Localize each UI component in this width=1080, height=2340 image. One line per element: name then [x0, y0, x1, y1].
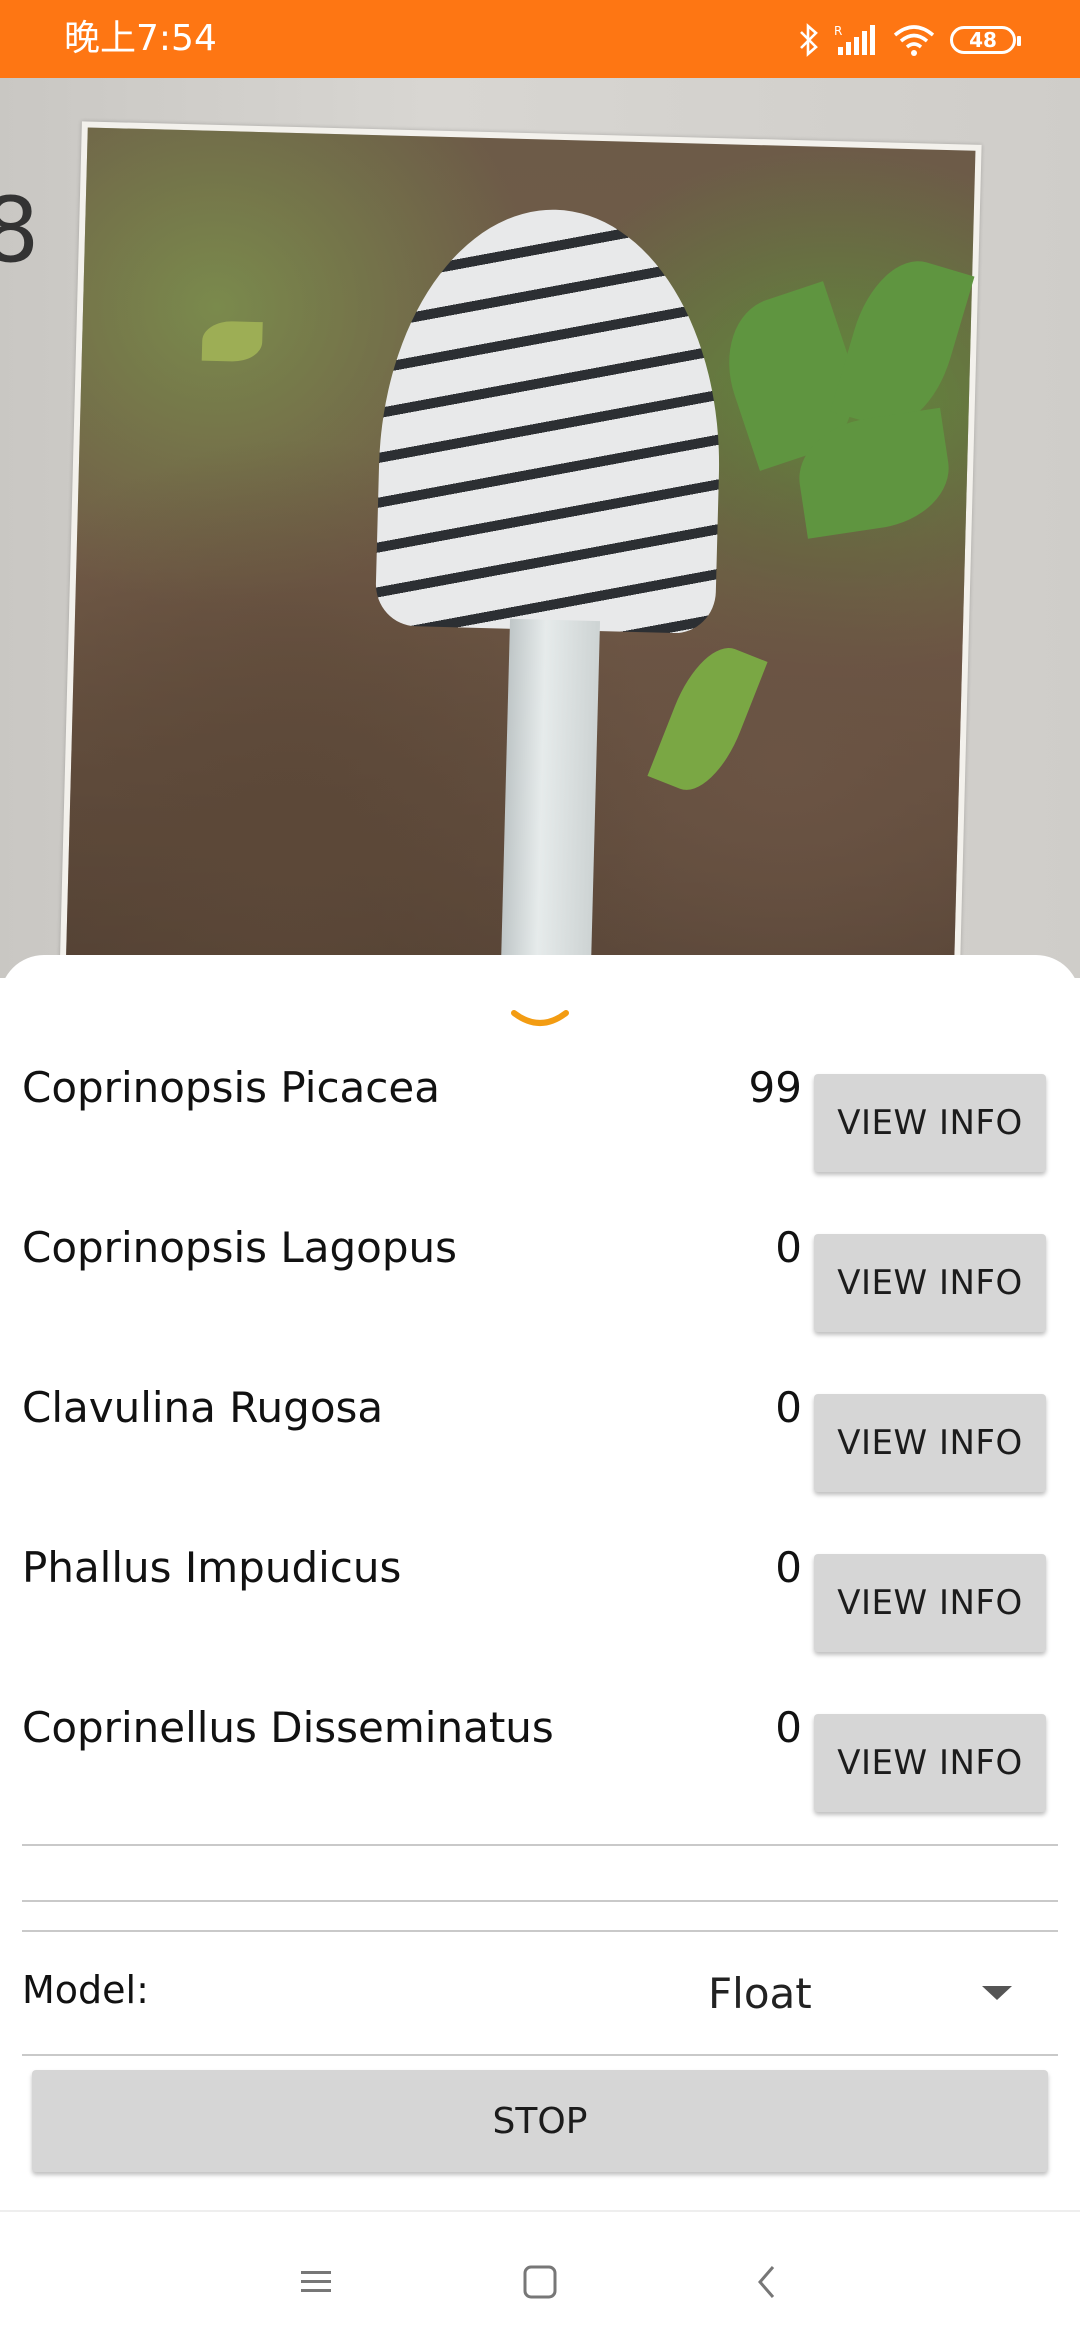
app-screen: 晚上7:54 R 48 8 Coprinopsis Picacea 99 VIE…	[0, 0, 1080, 2340]
result-row: Coprinopsis Picacea 99 VIEW INFO	[0, 1060, 1080, 1220]
chevron-down-icon[interactable]	[510, 1005, 570, 1035]
model-label: Model:	[22, 1968, 149, 2012]
leaf-shape	[830, 248, 975, 440]
result-name: Coprinopsis Lagopus	[22, 1223, 458, 1272]
view-info-button[interactable]: VIEW INFO	[814, 1554, 1046, 1652]
camera-edge-text: 8	[0, 178, 40, 283]
battery-level: 48	[969, 28, 997, 52]
mushroom-photo-card	[58, 121, 982, 978]
stop-button[interactable]: STOP	[32, 2070, 1048, 2172]
model-dropdown[interactable]: Float	[700, 1960, 1020, 2030]
leaf-shape	[647, 636, 768, 802]
leaf-shape	[201, 320, 263, 363]
result-row: Coprinellus Disseminatus 0 VIEW INFO	[0, 1700, 1080, 1860]
mushroom-cap	[374, 205, 726, 635]
result-name: Phallus Impudicus	[22, 1543, 402, 1592]
result-row: Coprinopsis Lagopus 0 VIEW INFO	[0, 1220, 1080, 1380]
result-score: 0	[775, 1703, 802, 1752]
result-row: Clavulina Rugosa 0 VIEW INFO	[0, 1380, 1080, 1540]
result-name: Clavulina Rugosa	[22, 1383, 384, 1432]
wifi-icon	[893, 25, 935, 56]
result-row: Phallus Impudicus 0 VIEW INFO	[0, 1540, 1080, 1700]
view-info-button[interactable]: VIEW INFO	[814, 1234, 1046, 1332]
divider	[22, 1900, 1058, 1902]
result-score: 0	[775, 1383, 802, 1432]
status-time: 晚上7:54	[64, 18, 217, 59]
bluetooth-icon	[800, 23, 818, 57]
navigation-bar	[0, 2210, 1080, 2340]
camera-preview: 8	[0, 78, 1080, 978]
battery-icon: 48	[950, 26, 1021, 54]
view-info-button[interactable]: VIEW INFO	[814, 1714, 1046, 1812]
svg-text:R: R	[834, 24, 842, 38]
status-icons: R 48	[798, 22, 1021, 58]
results-bottom-sheet: Coprinopsis Picacea 99 VIEW INFO Coprino…	[0, 955, 1080, 2205]
mushroom-stem	[499, 618, 601, 978]
mushroom-photo	[64, 127, 976, 978]
model-selected-value: Float	[708, 1969, 812, 2018]
menu-icon[interactable]	[286, 2252, 346, 2312]
result-score: 0	[775, 1543, 802, 1592]
signal-icon: R	[834, 24, 875, 55]
divider	[22, 1844, 1058, 1846]
divider	[22, 1930, 1058, 1932]
result-name: Coprinopsis Picacea	[22, 1063, 440, 1112]
view-info-button[interactable]: VIEW INFO	[814, 1074, 1046, 1172]
back-icon[interactable]	[737, 2252, 797, 2312]
result-score: 99	[748, 1063, 802, 1112]
divider	[22, 2054, 1058, 2056]
status-bar: 晚上7:54 R 48	[0, 0, 1080, 78]
result-name: Coprinellus Disseminatus	[22, 1703, 554, 1752]
result-score: 0	[775, 1223, 802, 1272]
dropdown-arrow-icon	[982, 1986, 1012, 2000]
view-info-button[interactable]: VIEW INFO	[814, 1394, 1046, 1492]
home-icon[interactable]	[510, 2252, 570, 2312]
